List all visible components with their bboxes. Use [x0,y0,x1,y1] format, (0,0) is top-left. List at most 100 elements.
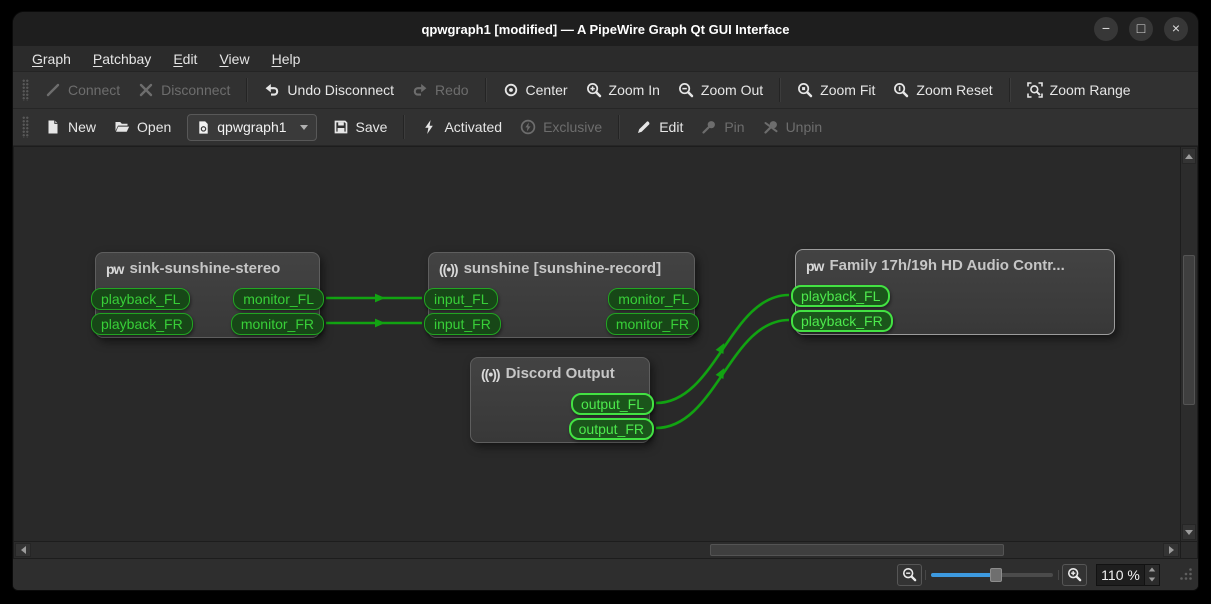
spin-up-button[interactable] [1145,565,1159,575]
zoom-value[interactable]: 110 % [1097,565,1144,585]
menu-edit[interactable]: Edit [162,46,208,71]
activated-button[interactable]: Activated [412,114,511,140]
port-playback_fl[interactable]: playback_FL [791,285,891,307]
h-scrollbar-track[interactable] [32,542,1162,558]
button-label: Disconnect [161,82,231,98]
redo-button[interactable]: Redo [403,77,477,103]
triangle-down-icon [1148,577,1156,582]
node-sink-sunshine-stereo[interactable]: pw sink-sunshine-stereo playback_FL playbac… [91,252,324,338]
zoom-out-button[interactable] [897,563,922,586]
graph-canvas[interactable]: pw sink-sunshine-stereo playback_FL playbac… [13,146,1181,542]
menu-label: View [219,50,250,67]
node-sunshine[interactable]: ((•)) sunshine [sunshine-record] input_FL i… [424,252,699,338]
combobox-value: qpwgraph1 [217,119,287,135]
scroll-right-button[interactable] [1163,543,1179,557]
port-output_fr[interactable]: output_FR [568,418,654,440]
menu-patchbay[interactable]: Patchbay [82,46,162,71]
button-label: Center [525,82,568,98]
activated-icon [425,120,434,134]
node-ports: playback_FL playback_FR [791,285,1114,332]
pin-button[interactable]: Pin [692,114,753,140]
node-discord-output[interactable]: ((•)) Discord Output output_FL output_FR [470,357,654,443]
menu-view[interactable]: View [208,46,260,71]
port-output_fl[interactable]: output_FL [570,393,654,415]
save-button[interactable]: Save [324,114,397,140]
node-ports: input_FL input_FR monitor_FL monitor_FR [424,288,699,335]
zoom-slider[interactable] [925,566,1059,584]
toolbar-handle[interactable] [22,79,29,101]
zoom-spinbox[interactable]: 110 % [1096,563,1160,586]
toolbar-handle[interactable] [22,116,29,138]
center-button[interactable]: Center [494,77,577,103]
zoom-out-icon [678,83,694,98]
button-label: Open [137,119,172,135]
zoom-in-button[interactable] [1062,563,1087,586]
v-scrollbar-thumb[interactable] [1183,254,1195,405]
port-input_fl[interactable]: input_FL [424,288,499,310]
port-monitor_fr[interactable]: monitor_FR [230,313,324,335]
port-monitor_fl[interactable]: monitor_FL [608,288,699,310]
node-family-hd-audio[interactable]: pw Family 17h/19h HD Audio Contr... playba… [791,249,1115,335]
port-playback_fl[interactable]: playback_FL [91,288,191,310]
titlebar[interactable]: qpwgraph1 [modified] — A PipeWire Graph … [13,12,1198,46]
scrollbar-corner [1181,542,1198,559]
edit-button[interactable]: Edit [627,114,692,140]
menu-graph[interactable]: Graph [21,46,82,71]
zoom-reset-button[interactable]: Zoom Reset [884,77,1001,103]
unpin-button[interactable]: Unpin [754,114,832,140]
node-ports: output_FL output_FR [471,393,654,440]
input-ports: playback_FL playback_FR [91,288,193,335]
node-title: ((•)) Discord Output [471,358,649,382]
open-button[interactable]: Open [105,114,180,140]
triangle-up-icon [1148,567,1156,572]
button-label: Exclusive [543,119,603,135]
output-ports: output_FL output_FR [568,393,654,440]
v-scrollbar-track[interactable] [1181,165,1197,523]
port-playback_fr[interactable]: playback_FR [791,310,893,332]
port-monitor_fl[interactable]: monitor_FL [233,288,324,310]
zoom-out-button[interactable]: Zoom Out [669,77,772,103]
v-scrollbar[interactable] [1181,146,1198,542]
zoom-in-icon [586,83,601,98]
open-icon [115,122,130,132]
maximize-button[interactable]: □ [1129,17,1153,41]
zoom-in-button[interactable]: Zoom In [577,77,669,103]
menu-help[interactable]: Help [261,46,312,71]
h-scrollbar[interactable] [13,542,1181,559]
minimize-button[interactable]: − [1094,17,1118,41]
resize-grip-dots-icon [1180,568,1192,580]
port-monitor_fr[interactable]: monitor_FR [605,313,699,335]
scroll-left-button[interactable] [15,543,31,557]
node-title: ((•)) sunshine [sunshine-record] [429,253,694,277]
patchbay-combobox[interactable]: qpwgraph1 [187,113,317,141]
zoom-slider-handle[interactable] [989,567,1002,582]
redo-icon [413,84,427,96]
undo-disconnect-button[interactable]: Undo Disconnect [255,77,403,103]
exclusive-button[interactable]: Exclusive [511,114,611,140]
button-label: Zoom In [608,82,660,98]
h-scrollbar-thumb[interactable] [710,544,1004,556]
port-input_fr[interactable]: input_FR [424,313,501,335]
node-title-text: Family 17h/19h HD Audio Contr... [829,257,1065,274]
toolbar-separator [403,115,406,139]
new-icon [48,120,58,134]
spin-down-button[interactable] [1145,575,1159,585]
resize-grip[interactable] [1179,567,1193,586]
scroll-down-button[interactable] [1182,524,1196,540]
zoom-range-button[interactable]: Zoom Range [1018,77,1140,103]
port-playback_fr[interactable]: playback_FR [91,313,193,335]
node-title: pw sink-sunshine-stereo [96,253,319,277]
new-button[interactable]: New [36,114,105,140]
disconnect-button[interactable]: Disconnect [129,77,239,103]
minimize-icon: − [1101,20,1111,36]
undo-icon [266,84,279,96]
close-button[interactable]: × [1164,17,1188,41]
output-ports: monitor_FL monitor_FR [605,288,699,335]
connect-button[interactable]: Connect [36,77,129,103]
toolbar-separator [484,78,487,102]
zoom-in-icon [1067,567,1082,582]
button-label: Zoom Fit [820,82,876,98]
zoom-fit-button[interactable]: Zoom Fit [788,77,884,103]
scroll-up-button[interactable] [1182,148,1196,164]
button-label: Zoom Range [1049,82,1131,98]
